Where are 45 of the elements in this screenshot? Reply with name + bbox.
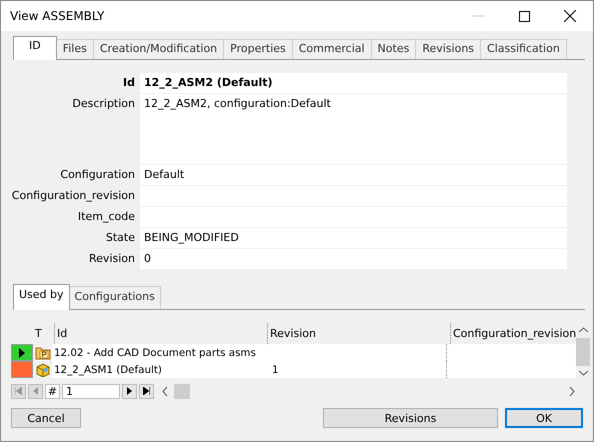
field-label: Item_code [76, 209, 136, 225]
tab[interactable]: Configurations [68, 286, 161, 309]
row-status-marker[interactable] [11, 344, 33, 361]
field-value: 0 [140, 249, 567, 269]
last-record-button[interactable] [139, 384, 154, 398]
row-status-marker[interactable] [11, 361, 33, 378]
field-label: Description [71, 96, 136, 112]
position-field[interactable]: 1 [62, 384, 120, 398]
position-label: # [45, 384, 60, 398]
table-cell-text: 12.02 - Add CAD Document parts asms [53, 346, 257, 358]
close-icon[interactable] [564, 10, 576, 22]
scroll-up-icon[interactable] [578, 327, 588, 333]
next-record-icon [127, 387, 132, 395]
field-label: Configuration_revision [11, 188, 136, 204]
tab[interactable]: Classification [480, 39, 567, 59]
current-row-arrow-icon [19, 348, 25, 358]
next-record-button[interactable] [122, 384, 137, 398]
last-record-icon [143, 387, 150, 395]
field-value: BEING_MODIFIED [140, 228, 567, 248]
cancel-button[interactable]: Cancel [11, 408, 81, 428]
field-label: Configuration [59, 167, 136, 183]
scroll-thumb[interactable] [576, 338, 590, 366]
scroll-right-icon[interactable] [569, 386, 575, 396]
previous-record-icon [33, 387, 38, 395]
scroll-thumb[interactable] [174, 384, 190, 398]
scroll-left-icon[interactable] [162, 386, 168, 396]
revisions-button[interactable]: Revisions [323, 408, 498, 428]
scroll-down-icon[interactable] [578, 370, 588, 376]
field-label: Id [122, 75, 136, 91]
window-title: View ASSEMBLY [10, 9, 104, 23]
field-value: 12_2_ASM2 (Default) [140, 73, 567, 93]
field-value: Default [140, 165, 567, 185]
first-record-icon [15, 387, 22, 395]
field-value: 12_2_ASM2, configuration:Default [140, 94, 567, 164]
tab[interactable]: Used by [13, 284, 70, 310]
tab[interactable]: ID [13, 36, 57, 60]
folder-icon [34, 346, 50, 360]
maximize-icon[interactable] [519, 10, 530, 22]
field-label: Revision [88, 251, 136, 267]
ok-button[interactable]: OK [505, 408, 583, 428]
field-label: State [104, 230, 136, 246]
table-cell-text: 12_2_ASM1 (Default) [53, 364, 163, 376]
cube-icon [34, 362, 50, 376]
column-header[interactable]: T [33, 323, 54, 344]
table-cell-text: 1 [271, 364, 280, 376]
